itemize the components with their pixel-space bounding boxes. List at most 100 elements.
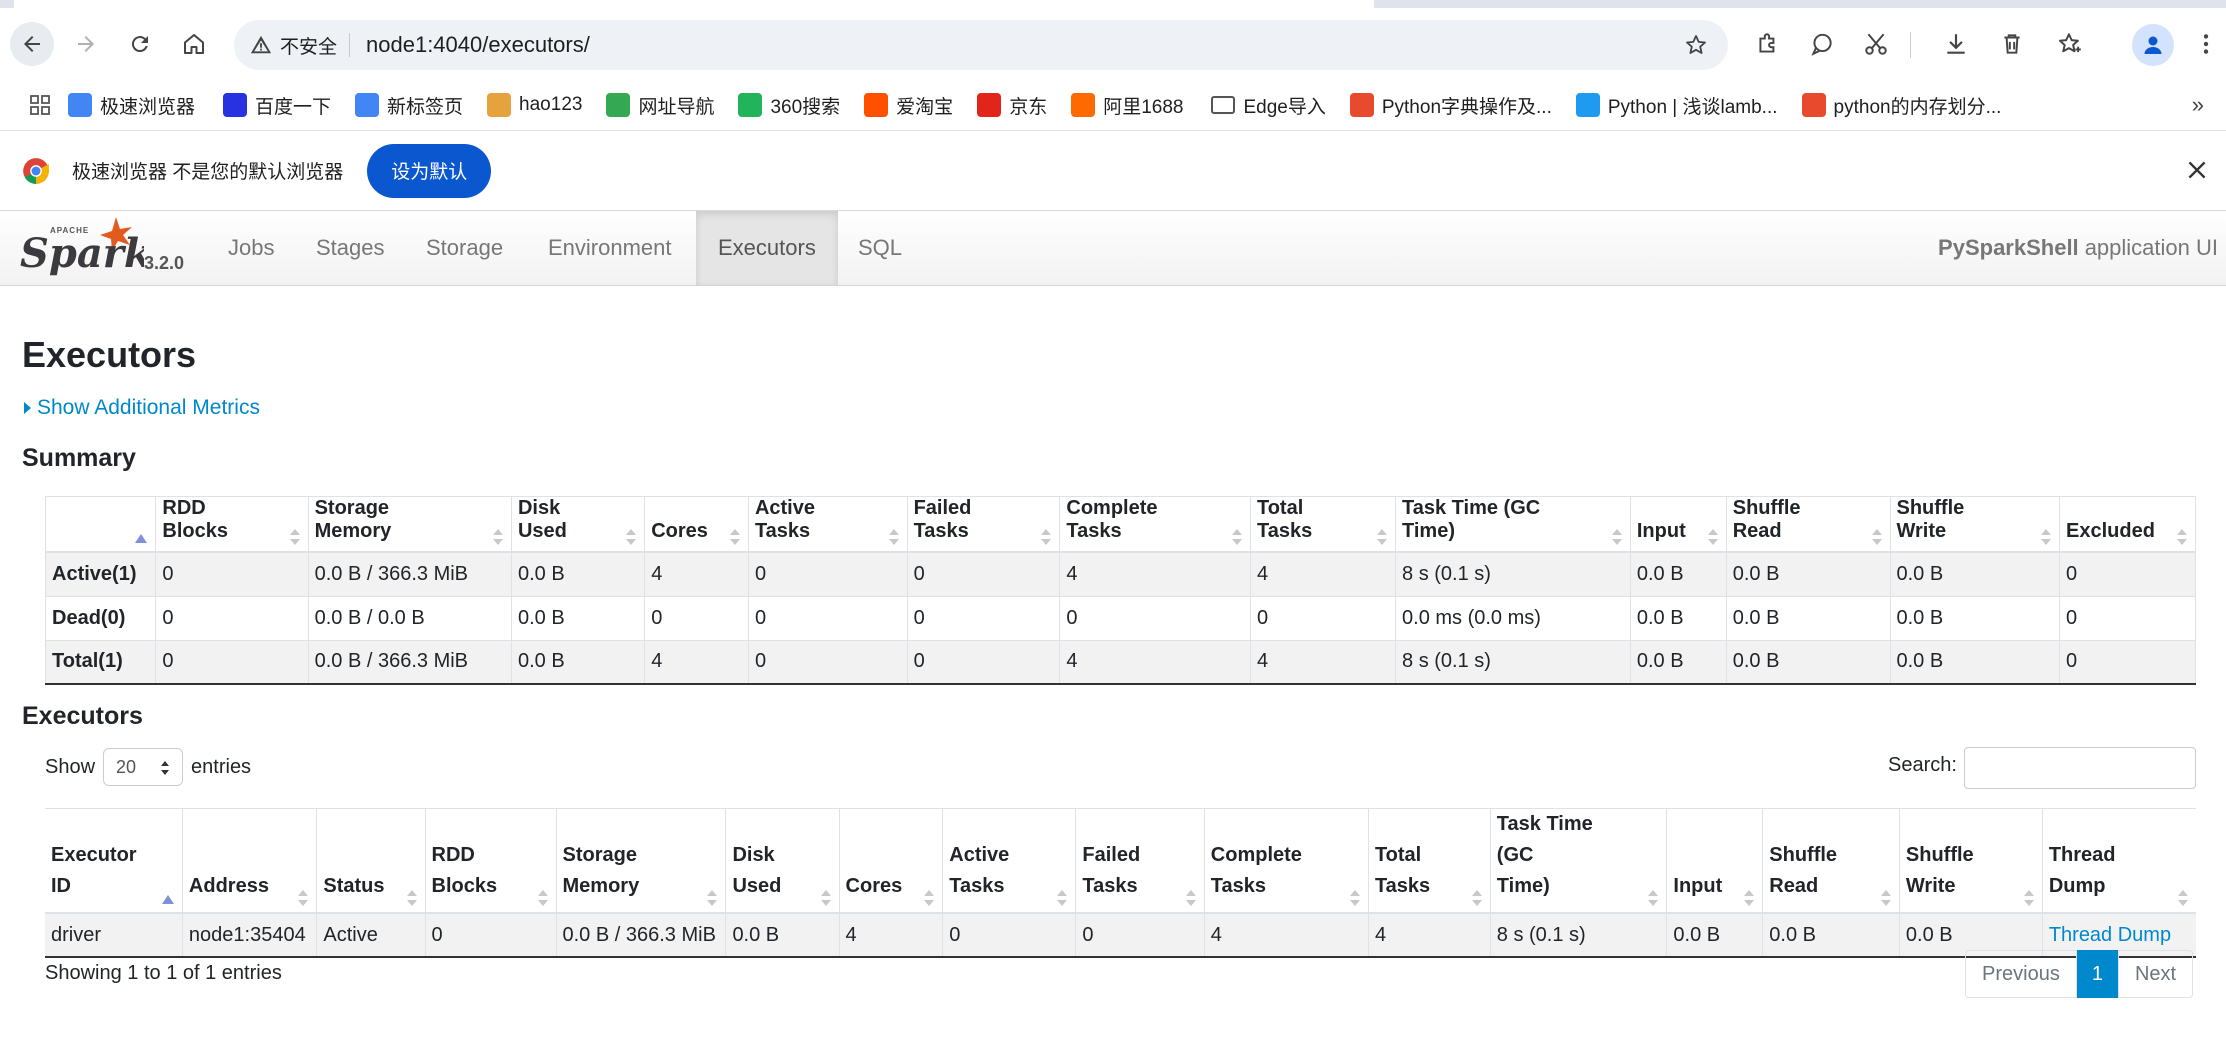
sort-icon [1377,529,1388,545]
sort-icon [1185,890,1196,906]
bookmark-item[interactable]: python的内存划分... [1801,92,2001,119]
bookmark-star-icon[interactable] [1684,33,1708,57]
profile-avatar[interactable] [2132,24,2174,66]
executors-col-rdd-blocks[interactable]: RDD Blocks [424,808,556,914]
more-bookmarks-chevron-icon[interactable]: » [2192,92,2204,118]
summary-col-active-tasks[interactable]: Active Tasks [747,496,908,553]
column-label-line-2: Tasks [1082,875,1138,897]
next-page-button[interactable]: Next [2117,950,2194,998]
column-label: Input [1636,520,1686,542]
executors-col-shuffle-write[interactable]: Shuffle Write [1898,808,2043,914]
executors-col-input[interactable]: Input [1666,808,1763,914]
arrow-left-icon [24,36,40,52]
executors-col-total-tasks[interactable]: Total Tasks [1367,808,1491,914]
summary-col-task-time-gc-time[interactable]: Task Time (GC Time) [1395,496,1631,553]
page-1-button[interactable]: 1 [2076,950,2118,998]
bookmark-item[interactable]: Python字典操作及... [1349,92,1552,119]
set-default-button[interactable]: 设为默认 [367,143,492,198]
apps-button[interactable] [26,91,54,119]
summary-cell: 0.0 B [1629,639,1727,684]
executors-col-executor-id[interactable]: Executor ID [45,808,183,914]
tab-jobs[interactable]: Jobs [206,211,296,285]
summary-col-disk-used[interactable]: Disk Used [510,496,645,553]
sort-icon [924,890,935,906]
sort-icon [2023,890,2034,906]
bookmark-item[interactable]: 新标签页 [355,92,463,119]
column-label: Failed Tasks [913,497,972,542]
sort-icon [1057,890,1068,906]
insecure-label[interactable]: 不安全 [280,32,337,59]
close-icon[interactable] [2184,157,2210,183]
executors-col-task-time-gc-time[interactable]: Task Time (GC Time) [1489,808,1667,914]
tab-sql[interactable]: SQL [836,211,924,285]
summary-col-total-tasks[interactable]: Total Tasks [1249,496,1396,553]
tab-executors[interactable]: Executors [696,211,838,285]
summary-col-cores[interactable]: Cores [644,496,749,553]
executors-col-storage-memory[interactable]: Storage Memory [555,808,726,914]
bookmark-item[interactable]: hao123 [487,93,582,117]
bookmark-item[interactable]: 百度一下 [223,92,331,119]
summary-col-complete-tasks[interactable]: Complete Tasks [1059,496,1251,553]
executors-col-address[interactable]: Address [181,808,317,914]
bookmark-item[interactable]: 京东 [977,92,1047,119]
executors-col-shuffle-read[interactable]: Shuffle Read [1762,808,1900,914]
summary-col-failed-tasks[interactable]: Failed Tasks [906,496,1060,553]
summary-col-rdd-blocks[interactable]: RDD Blocks [155,496,309,553]
column-label-line-2: Read [1769,875,1819,897]
screenshot-button[interactable] [1856,24,1896,64]
executors-col-complete-tasks[interactable]: Complete Tasks [1203,808,1369,914]
spark-logo[interactable]: APACHE Spark [20,215,144,281]
expand-triangle-icon [24,402,31,414]
bookmark-item[interactable]: Python | 浅谈lamb... [1575,92,1778,119]
downloads-button[interactable] [1936,24,1976,64]
summary-col-blank[interactable] [45,496,156,553]
bookmark-favicon-icon [487,93,512,117]
tab-environment[interactable]: Environment [526,211,694,285]
executors-col-active-tasks[interactable]: Active Tasks [942,808,1076,914]
url-text[interactable]: node1:4040/executors/ [366,32,590,58]
favorites-button[interactable] [2050,24,2090,64]
summary-col-excluded[interactable]: Excluded [2059,496,2196,553]
summary-col-storage-memory[interactable]: Storage Memory [307,496,512,553]
bookmark-item[interactable]: 极速浏览器 [68,92,195,119]
menu-button[interactable] [2186,24,2226,64]
bookmark-item[interactable]: 阿里1688 [1071,92,1183,119]
executors-col-thread-dump[interactable]: Thread Dump [2041,808,2196,914]
summary-cell: 0 [906,551,1060,596]
entries-select[interactable]: 20 [103,748,184,786]
summary-cell: 8 s (0.1 s) [1395,639,1631,684]
bookmark-favicon-icon [223,93,248,117]
summary-col-input[interactable]: Input [1629,496,1727,553]
arrow-right-icon [78,36,94,52]
clear-data-button[interactable] [1992,24,2032,64]
summary-col-shuffle-read[interactable]: Shuffle Read [1725,496,1890,553]
chat-button[interactable] [1802,24,1842,64]
thread-dump-link[interactable]: Thread Dump [2049,924,2171,946]
back-button[interactable] [10,22,54,66]
bookmark-item[interactable]: 爱淘宝 [864,92,953,119]
previous-page-button[interactable]: Previous [1965,950,2077,998]
tab-storage[interactable]: Storage [404,211,525,285]
spark-navbar: APACHE Spark 3.2.0 Jobs Stages Storage Envi… [0,210,2226,286]
sort-icon [1611,529,1622,545]
forward-button[interactable] [64,22,108,66]
search-input[interactable] [1964,747,2196,789]
bookmark-item[interactable]: 网址导航 [606,92,714,119]
address-bar[interactable]: 不安全 node1:4040/executors/ [234,20,1728,70]
extensions-button[interactable] [1748,24,1788,64]
executors-col-status[interactable]: Status [316,808,426,914]
tab-stages[interactable]: Stages [294,211,407,285]
executors-col-cores[interactable]: Cores [838,808,943,914]
bookmark-item[interactable]: Edge导入 [1211,92,1326,119]
bookmark-item[interactable]: 360搜索 [738,92,840,119]
show-additional-metrics-link[interactable]: Show Additional Metrics [24,396,260,420]
summary-col-shuffle-write[interactable]: Shuffle Write [1889,496,2060,553]
reload-button[interactable] [118,22,162,66]
executors-col-disk-used[interactable]: Disk Used [725,808,840,914]
warning-icon[interactable] [250,34,272,56]
home-button[interactable] [172,22,216,66]
executor-cell: 0 [424,912,556,957]
more-vertical-icon [2203,34,2209,54]
sort-icon [1041,529,1052,545]
executors-col-failed-tasks[interactable]: Failed Tasks [1075,808,1205,914]
